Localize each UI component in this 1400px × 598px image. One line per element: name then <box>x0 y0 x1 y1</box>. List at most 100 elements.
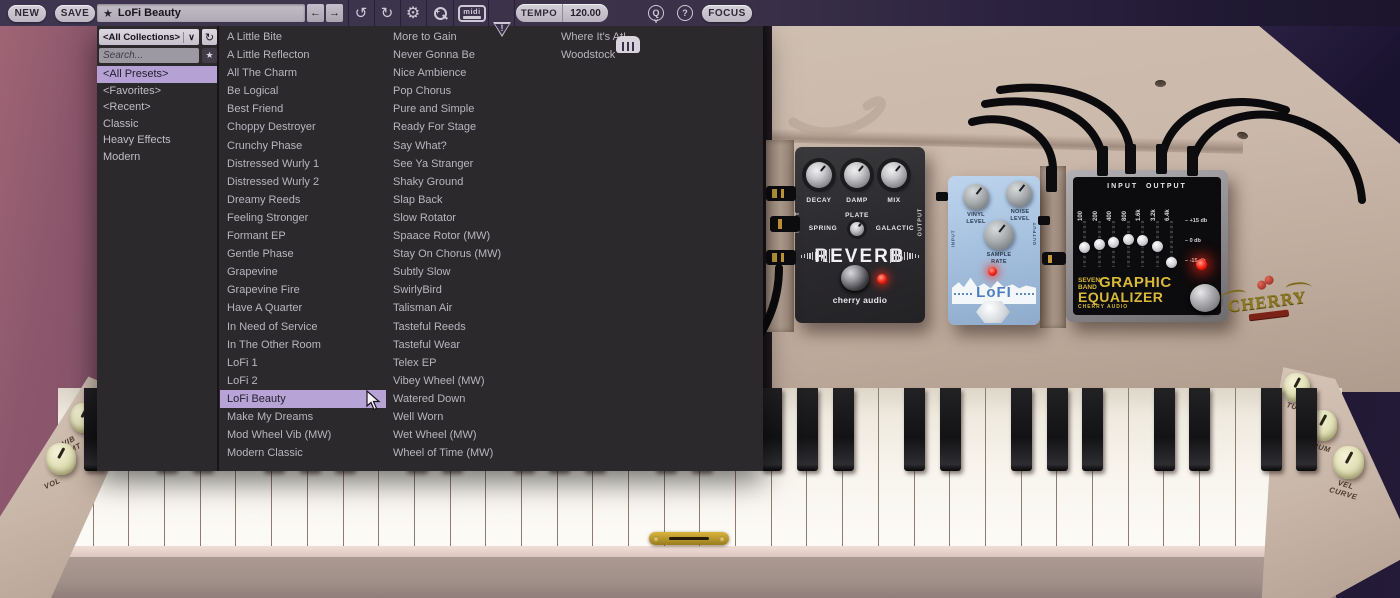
preset-item[interactable]: Crunchy Phase <box>220 137 386 155</box>
tempo-value[interactable]: 120.00 <box>563 8 608 19</box>
preset-item[interactable]: See Ya Stranger <box>386 155 552 173</box>
preset-item[interactable]: Wet Wheel (MW) <box>386 426 552 444</box>
settings-gear-icon[interactable]: ⚙ <box>404 3 422 22</box>
preset-item[interactable]: Say What? <box>386 137 552 155</box>
sidebar-category[interactable]: Modern <box>97 149 217 166</box>
reverb-decay-knob[interactable] <box>806 162 832 188</box>
eq-slider-knob[interactable] <box>1094 239 1105 250</box>
preset-item[interactable]: Distressed Wurly 1 <box>220 155 386 173</box>
preset-item[interactable]: LoFi 2 <box>220 372 386 390</box>
preset-item[interactable]: Pure and Simple <box>386 100 552 118</box>
preset-item[interactable]: Choppy Destroyer <box>220 118 386 136</box>
save-button[interactable]: SAVE <box>55 5 95 22</box>
pin-button[interactable]: ★ <box>202 48 217 63</box>
prev-preset-button[interactable]: ← <box>307 4 324 22</box>
tempo-control[interactable]: TEMPO 120.00 <box>516 4 608 22</box>
preset-item[interactable]: In Need of Service <box>220 318 386 336</box>
quality-dropdown-icon[interactable]: ∨ <box>651 17 661 25</box>
preset-item[interactable]: Telex EP <box>386 354 552 372</box>
focus-button[interactable]: FOCUS <box>702 5 752 22</box>
preset-item[interactable]: Stay On Chorus (MW) <box>386 245 552 263</box>
eq-slider-knob[interactable] <box>1123 234 1134 245</box>
next-preset-button[interactable]: → <box>326 4 343 22</box>
preset-item[interactable]: Ready For Stage <box>386 118 552 136</box>
black-key[interactable] <box>1047 388 1068 471</box>
preset-item[interactable]: All The Charm <box>220 64 386 82</box>
eq-slider-knob[interactable] <box>1152 241 1163 252</box>
lofi-noise-level-knob[interactable] <box>1006 181 1032 207</box>
preset-item[interactable]: Shaky Ground <box>386 173 552 191</box>
preset-item[interactable]: Tasteful Reeds <box>386 318 552 336</box>
preset-item[interactable]: Make My Dreams <box>220 408 386 426</box>
preset-item[interactable]: Dreamy Reeds <box>220 191 386 209</box>
black-key[interactable] <box>797 388 818 471</box>
undo-icon[interactable]: ↺ <box>352 4 370 22</box>
preset-item[interactable]: Watered Down <box>386 390 552 408</box>
preset-item[interactable]: Mod Wheel Vib (MW) <box>220 426 386 444</box>
preset-item[interactable]: SwirlyBird <box>386 281 552 299</box>
preset-item[interactable]: A Little Bite <box>220 28 386 46</box>
vel-curve-knob[interactable] <box>1333 446 1364 479</box>
preset-name-field[interactable]: ★ LoFi Beauty <box>97 4 305 22</box>
preset-item[interactable]: Tasteful Wear <box>386 336 552 354</box>
black-key[interactable] <box>761 388 782 471</box>
eq-slider-knob[interactable] <box>1137 235 1148 246</box>
sidebar-category[interactable]: Classic <box>97 116 217 133</box>
midi-icon[interactable]: midi <box>458 5 486 22</box>
black-key[interactable] <box>1189 388 1210 471</box>
preset-item[interactable]: Have A Quarter <box>220 299 386 317</box>
preset-item[interactable]: LoFi 1 <box>220 354 386 372</box>
preset-item[interactable]: Best Friend <box>220 100 386 118</box>
reverb-mix-knob[interactable] <box>881 162 907 188</box>
favorite-star-icon[interactable]: ★ <box>103 7 113 20</box>
preset-item[interactable]: Subtly Slow <box>386 263 552 281</box>
collections-dropdown[interactable]: <All Collections> ∨ <box>99 29 199 45</box>
new-button[interactable]: NEW <box>8 5 46 22</box>
black-key[interactable] <box>1261 388 1282 471</box>
preset-item[interactable]: Feeling Stronger <box>220 209 386 227</box>
black-key[interactable] <box>940 388 961 471</box>
preset-item[interactable]: Pop Chorus <box>386 82 552 100</box>
black-key[interactable] <box>833 388 854 471</box>
search-input[interactable]: Search... <box>99 48 199 63</box>
preset-item[interactable]: Distressed Wurly 2 <box>220 173 386 191</box>
black-key[interactable] <box>904 388 925 471</box>
eq-slider-knob[interactable] <box>1108 237 1119 248</box>
sidebar-category[interactable]: <Favorites> <box>97 83 217 100</box>
eq-slider-knob[interactable] <box>1079 242 1090 253</box>
lofi-footswitch[interactable] <box>976 301 1010 323</box>
preset-item[interactable]: A Little Reflecton <box>220 46 386 64</box>
reverb-mode-selector[interactable] <box>850 222 864 236</box>
preset-item[interactable]: Be Logical <box>220 82 386 100</box>
vol-knob[interactable] <box>46 443 76 475</box>
preset-item[interactable]: LoFi Beauty <box>220 390 386 408</box>
preset-item[interactable]: Slap Back <box>386 191 552 209</box>
preset-item[interactable]: Vibey Wheel (MW) <box>386 372 552 390</box>
preset-item[interactable]: Grapevine Fire <box>220 281 386 299</box>
preset-item[interactable]: Nice Ambience <box>386 64 552 82</box>
preset-item[interactable]: Never Gonna Be <box>386 46 552 64</box>
warning-icon[interactable]: ! <box>493 22 511 37</box>
black-key[interactable] <box>1011 388 1032 471</box>
preset-item[interactable]: Modern Classic <box>220 444 386 462</box>
preset-item[interactable]: Spaace Rotor (MW) <box>386 227 552 245</box>
lofi-vinyl-level-knob[interactable] <box>963 184 989 210</box>
black-key[interactable] <box>1082 388 1103 471</box>
black-key[interactable] <box>1296 388 1317 471</box>
sidebar-category[interactable]: <All Presets> <box>97 66 217 83</box>
preset-item[interactable]: Wheel of Time (MW) <box>386 444 552 462</box>
preset-item[interactable]: Slow Rotator <box>386 209 552 227</box>
reverb-footswitch[interactable] <box>841 265 869 291</box>
preset-item[interactable]: Gentle Phase <box>220 245 386 263</box>
preset-item[interactable]: Well Worn <box>386 408 552 426</box>
eq-slider-knob[interactable] <box>1166 257 1177 268</box>
refresh-button[interactable]: ↻ <box>202 29 217 45</box>
reverb-damp-knob[interactable] <box>844 162 870 188</box>
preset-item[interactable]: Formant EP <box>220 227 386 245</box>
redo-icon[interactable]: ↻ <box>378 4 396 22</box>
preset-item[interactable]: More to Gain <box>386 28 552 46</box>
preset-item[interactable]: Talisman Air <box>386 299 552 317</box>
preset-item[interactable]: In The Other Room <box>220 336 386 354</box>
preset-item[interactable]: Grapevine <box>220 263 386 281</box>
zoom-icon[interactable]: + <box>432 5 449 22</box>
